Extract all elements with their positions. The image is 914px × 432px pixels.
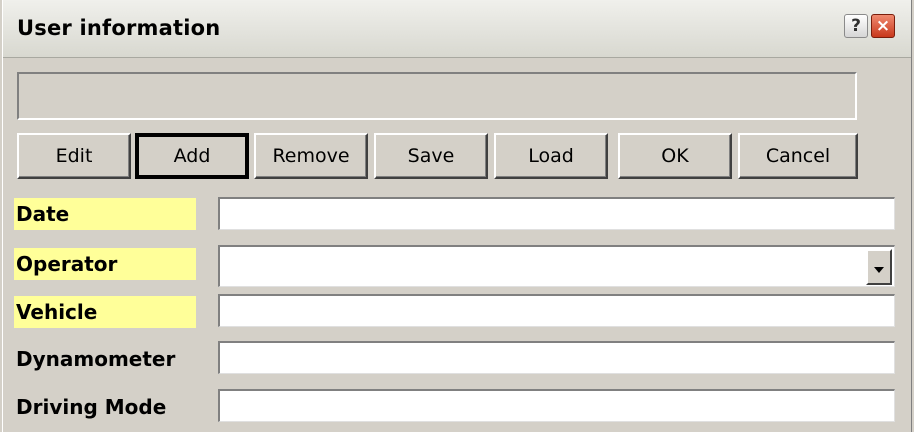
dynamometer-label: Dynamometer [16,347,176,371]
title-bar[interactable]: User information ? × [0,0,914,58]
help-button[interactable]: ? [844,14,868,38]
close-icon: × [875,16,891,36]
date-field[interactable] [218,197,895,230]
window-title: User information [17,16,221,40]
date-label: Date [14,198,196,230]
cancel-button[interactable]: Cancel [738,133,858,179]
dynamometer-field[interactable] [218,341,895,374]
add-button[interactable]: Add [135,133,249,179]
close-button[interactable]: × [871,14,895,38]
vehicle-label: Vehicle [14,296,196,328]
operator-combobox[interactable] [218,245,895,287]
operator-label: Operator [14,248,196,280]
driving-mode-field[interactable] [218,389,895,422]
remove-button[interactable]: Remove [254,133,368,179]
save-button[interactable]: Save [374,133,488,179]
ok-button[interactable]: OK [618,133,732,179]
status-field [17,72,857,120]
window-frame-left [0,0,3,432]
edit-button[interactable]: Edit [17,133,131,179]
chevron-down-icon [874,267,884,273]
operator-dropdown-button[interactable] [866,249,892,285]
driving-mode-label: Driving Mode [16,395,167,419]
vehicle-field[interactable] [218,294,895,327]
user-information-dialog: User information ? × Edit Add Remove Sav… [0,0,914,432]
help-icon: ? [851,16,861,36]
load-button[interactable]: Load [494,133,608,179]
